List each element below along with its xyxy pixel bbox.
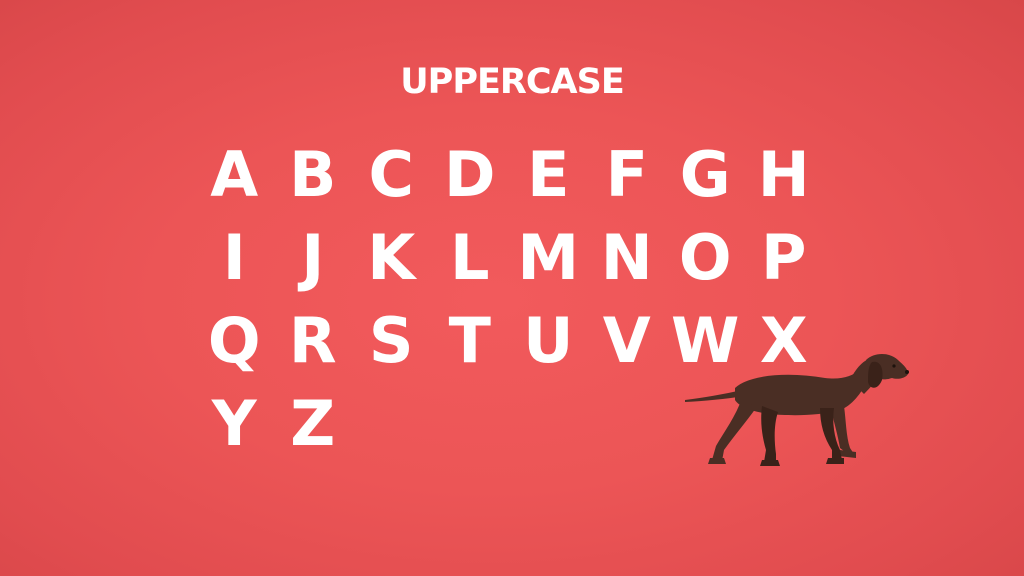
page-title: UPPERCASE — [400, 62, 624, 102]
letter: N — [600, 221, 653, 294]
letter: B — [289, 138, 337, 211]
letter: M — [517, 221, 580, 294]
letter: F — [605, 138, 648, 211]
letter: V — [602, 304, 651, 377]
letter: D — [444, 138, 496, 211]
letter: C — [368, 138, 414, 211]
letter: R — [288, 304, 337, 377]
letter: O — [678, 221, 732, 294]
letter: S — [368, 304, 414, 377]
letter: H — [757, 138, 810, 211]
letter: U — [523, 304, 574, 377]
letter: T — [448, 304, 491, 377]
letter: K — [367, 221, 416, 294]
letter: A — [210, 138, 259, 211]
letter: G — [679, 138, 731, 211]
letter: I — [222, 221, 246, 294]
letter: L — [449, 221, 490, 294]
letter: E — [527, 138, 570, 211]
letter: Y — [211, 387, 257, 460]
letter: Z — [290, 387, 336, 460]
letter: P — [761, 221, 807, 294]
letter: J — [301, 221, 325, 294]
letter: Q — [207, 304, 261, 377]
walking-dog-icon — [685, 354, 909, 466]
